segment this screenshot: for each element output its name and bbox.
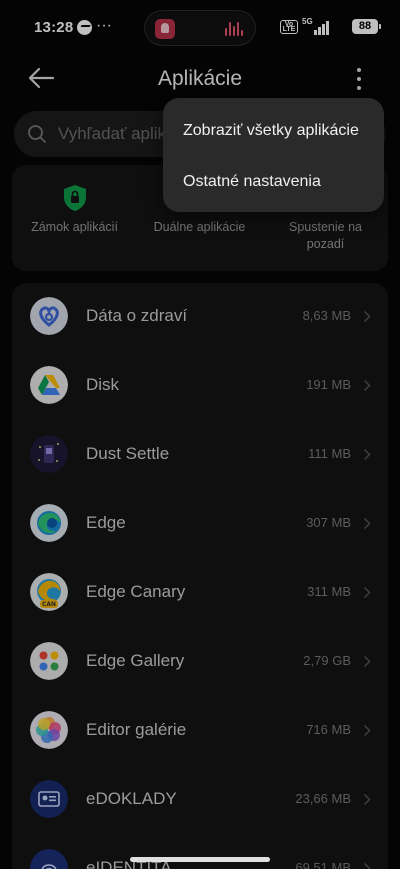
recorder-app-icon bbox=[155, 19, 175, 39]
chevron-right-icon bbox=[363, 793, 371, 806]
app-row[interactable]: Editor galérie 716 MB bbox=[12, 697, 388, 766]
messenger-icon bbox=[77, 20, 92, 35]
quick-label: Zámok aplikácií bbox=[31, 220, 118, 234]
app-row[interactable]: Edge 307 MB bbox=[12, 490, 388, 559]
overflow-menu: Zobraziť všetky aplikácie Ostatné nastav… bbox=[163, 98, 384, 212]
app-name: Editor galérie bbox=[86, 720, 187, 739]
chevron-right-icon bbox=[363, 586, 371, 599]
status-bar: 13:28 ··· Vo LTE 5G 88 bbox=[0, 0, 400, 56]
app-row[interactable]: Dáta o zdraví 8,63 MB bbox=[12, 283, 388, 352]
app-size: 69,51 MB bbox=[295, 860, 351, 869]
app-name: Edge Gallery bbox=[86, 651, 185, 670]
more-notifications-icon: ··· bbox=[96, 17, 112, 34]
google-drive-icon bbox=[30, 366, 68, 404]
app-name: Dust Settle bbox=[86, 444, 170, 463]
menu-item-other-settings[interactable]: Ostatné nastavenia bbox=[163, 172, 384, 222]
app-size: 311 MB bbox=[307, 584, 351, 599]
edoklady-icon bbox=[30, 780, 68, 818]
app-row[interactable]: eIDENTITA 69,51 MB bbox=[12, 835, 388, 869]
app-name: Edge bbox=[86, 513, 126, 532]
chevron-right-icon bbox=[363, 310, 371, 323]
app-size: 2,79 GB bbox=[303, 653, 351, 668]
app-size: 111 MB bbox=[308, 446, 351, 461]
dynamic-island[interactable] bbox=[144, 10, 256, 46]
volte-icon: Vo LTE bbox=[280, 20, 298, 34]
edge-canary-icon: CAN bbox=[30, 573, 68, 611]
chevron-right-icon bbox=[363, 724, 371, 737]
quick-label: Spustenie na pozadí bbox=[289, 220, 362, 251]
svg-text:CAN: CAN bbox=[42, 601, 56, 608]
app-size: 23,66 MB bbox=[295, 791, 351, 806]
gallery-editor-icon bbox=[30, 711, 68, 749]
chevron-right-icon bbox=[363, 862, 371, 869]
page-title: Aplikácie bbox=[157, 67, 243, 90]
app-size: 716 MB bbox=[306, 722, 351, 737]
app-size: 191 MB bbox=[306, 377, 351, 392]
audio-wave-icon bbox=[225, 22, 245, 36]
chevron-right-icon bbox=[363, 448, 371, 461]
health-data-icon bbox=[30, 297, 68, 335]
chevron-right-icon bbox=[363, 655, 371, 668]
eidentita-icon bbox=[30, 849, 68, 869]
chevron-right-icon bbox=[363, 379, 371, 392]
signal-5g-icon: 5G bbox=[302, 17, 332, 35]
dust-settle-icon bbox=[30, 435, 68, 473]
app-name: Edge Canary bbox=[86, 582, 186, 601]
app-name: Disk bbox=[86, 375, 120, 394]
app-row[interactable]: CAN Edge Canary 311 MB bbox=[12, 559, 388, 628]
status-time: 13:28 bbox=[34, 19, 74, 36]
app-row[interactable]: eDOKLADY 23,66 MB bbox=[12, 766, 388, 835]
app-size: 307 MB bbox=[306, 515, 351, 530]
app-list: Dáta o zdraví 8,63 MB Disk 191 MB Dust S… bbox=[12, 283, 388, 869]
app-name: Dáta o zdraví bbox=[86, 306, 188, 325]
app-row[interactable]: Edge Gallery 2,79 GB bbox=[12, 628, 388, 697]
shield-lock-icon bbox=[64, 185, 86, 211]
home-indicator[interactable] bbox=[130, 857, 270, 862]
app-size: 8,63 MB bbox=[302, 308, 351, 323]
menu-item-show-all-apps[interactable]: Zobraziť všetky aplikácie bbox=[163, 121, 384, 171]
app-row[interactable]: Dust Settle 111 MB bbox=[12, 421, 388, 490]
edge-icon bbox=[30, 504, 68, 542]
app-name: eDOKLADY bbox=[86, 789, 177, 808]
battery-icon: 88 bbox=[352, 19, 381, 34]
more-options-icon[interactable] bbox=[352, 66, 366, 92]
chevron-right-icon bbox=[363, 517, 371, 530]
edge-gallery-icon bbox=[30, 642, 68, 680]
quick-app-lock[interactable]: Zámok aplikácií bbox=[12, 165, 137, 271]
search-icon bbox=[28, 125, 46, 143]
status-icons: Vo LTE 5G 88 bbox=[258, 17, 388, 35]
app-row[interactable]: Disk 191 MB bbox=[12, 352, 388, 421]
